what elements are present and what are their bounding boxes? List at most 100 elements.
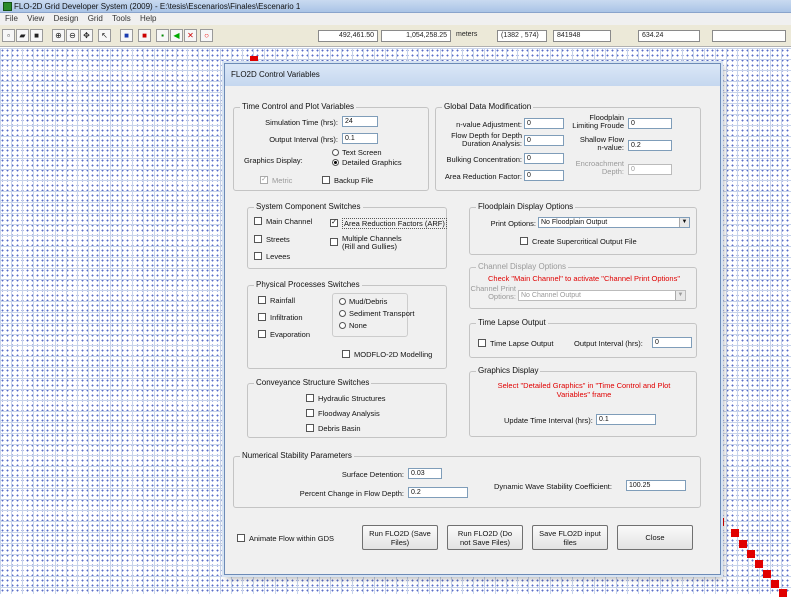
bulking-input[interactable]: 0 <box>524 153 564 164</box>
run-nosave-button[interactable]: Run FLO2D (Do not Save Files) <box>447 525 523 550</box>
channel-warning-text: Check "Main Channel" to activate "Channe… <box>488 274 680 283</box>
detailed-graphics-radio[interactable] <box>332 159 339 166</box>
update-interval-input[interactable]: 0.1 <box>596 414 656 425</box>
sediment-transport-radio[interactable] <box>339 310 346 317</box>
menu-view[interactable]: View <box>27 14 44 23</box>
area-reduction-input[interactable]: 0 <box>524 170 564 181</box>
menu-design[interactable]: Design <box>54 14 79 23</box>
floodplain-print-value: No Floodplain Output <box>541 219 608 226</box>
arrow-left-icon[interactable]: ◀ <box>170 29 183 42</box>
units-label: meters <box>456 31 478 38</box>
simulation-time-input[interactable]: 24 <box>342 116 378 127</box>
cell-marker <box>755 560 763 568</box>
sediment-transport-label: Sediment Transport <box>349 309 415 318</box>
surface-detention-input[interactable]: 0.03 <box>408 468 442 479</box>
pointer-icon[interactable]: ↖ <box>98 29 111 42</box>
debris-basin-label: Debris Basin <box>318 424 361 433</box>
menu-file[interactable]: File <box>5 14 18 23</box>
debris-basin-checkbox[interactable] <box>306 424 314 432</box>
evaporation-checkbox[interactable] <box>258 330 266 338</box>
mud-debris-radio[interactable] <box>339 298 346 305</box>
x-coordinate-field: 492,461.50 <box>318 30 378 42</box>
animate-flow-checkbox[interactable] <box>237 534 245 542</box>
y-coordinate-field: 1,054,258.25 <box>381 30 451 42</box>
streets-checkbox[interactable] <box>254 235 262 243</box>
rainfall-checkbox[interactable] <box>258 296 266 304</box>
multiple-channels-checkbox[interactable] <box>330 238 338 246</box>
dynamic-wave-input[interactable]: 100.25 <box>626 480 686 491</box>
flow-depth-input[interactable]: 0 <box>524 135 564 146</box>
n-value-input[interactable]: 0 <box>524 118 564 129</box>
close-button[interactable]: Close <box>617 525 693 550</box>
modflo-checkbox[interactable] <box>342 350 350 358</box>
group-title: Floodplain Display Options <box>476 202 576 211</box>
streets-label: Streets <box>266 235 290 244</box>
graphics-display-group: Graphics Display Select "Detailed Graphi… <box>469 366 697 437</box>
zoom-out-icon[interactable]: ⊖ <box>66 29 79 42</box>
grid-cell-icon[interactable]: ■ <box>120 29 133 42</box>
arf-checkbox[interactable]: ✓ <box>330 219 338 227</box>
time-lapse-label: Time Lapse Output <box>490 339 554 348</box>
circle-icon[interactable]: ○ <box>200 29 213 42</box>
time-lapse-interval-input[interactable]: 0 <box>652 337 692 348</box>
arf-label: Area Reduction Factors (ARF) <box>342 218 447 229</box>
supercritical-checkbox[interactable] <box>520 237 528 245</box>
n-value-label: n-value Adjustment: <box>456 120 522 129</box>
zoom-in-icon[interactable]: ⊕ <box>52 29 65 42</box>
none-label: None <box>349 321 367 330</box>
evaporation-label: Evaporation <box>270 330 311 339</box>
percent-change-label: Percent Change in Flow Depth: <box>299 489 404 498</box>
cell-marker <box>763 570 771 578</box>
infiltration-checkbox[interactable] <box>258 313 266 321</box>
multiple-channels-label: Multiple Channels (Rill and Gullies) <box>342 234 402 251</box>
channel-print-value: No Channel Output <box>521 292 581 299</box>
main-channel-checkbox[interactable] <box>254 217 262 225</box>
floodway-analysis-checkbox[interactable] <box>306 409 314 417</box>
time-lapse-checkbox[interactable] <box>478 339 486 347</box>
group-title: Physical Processes Switches <box>254 280 362 289</box>
cell-position-field: (1382 , 574) <box>497 30 547 42</box>
open-folder-icon[interactable]: ▰ <box>16 29 29 42</box>
delete-icon[interactable]: ✕ <box>184 29 197 42</box>
menu-tools[interactable]: Tools <box>112 14 131 23</box>
shallow-flow-input[interactable]: 0.2 <box>628 140 672 151</box>
channel-display-group: Channel Display Options Check "Main Chan… <box>469 262 697 309</box>
cell-marker <box>739 540 747 548</box>
floodway-analysis-label: Floodway Analysis <box>318 409 380 418</box>
dynamic-wave-label: Dynamic Wave Stability Coefficient: <box>494 482 612 491</box>
physical-processes-group: Physical Processes Switches Rainfall Inf… <box>247 280 447 369</box>
system-switches-group: System Component Switches Main Channel ✓… <box>247 202 447 269</box>
cell-marker <box>779 589 787 597</box>
time-lapse-group: Time Lapse Output Time Lapse Output Outp… <box>469 318 697 358</box>
run-save-button[interactable]: Run FLO2D (Save Files) <box>362 525 438 550</box>
pan-icon[interactable]: ✥ <box>80 29 93 42</box>
hydraulic-structures-checkbox[interactable] <box>306 394 314 402</box>
encroachment-input: 0 <box>628 164 672 175</box>
node-icon[interactable]: ■ <box>138 29 151 42</box>
channel-print-select: No Channel Output ▼ <box>518 290 686 301</box>
menu-grid[interactable]: Grid <box>88 14 103 23</box>
none-radio[interactable] <box>339 322 346 329</box>
main-channel-label: Main Channel <box>266 217 313 226</box>
floodplain-print-select[interactable]: No Floodplain Output ▼ <box>538 217 690 228</box>
floodplain-display-group: Floodplain Display Options Print Options… <box>469 202 697 255</box>
percent-change-input[interactable]: 0.2 <box>408 487 468 498</box>
new-file-icon[interactable]: ▫ <box>2 29 15 42</box>
backup-file-checkbox[interactable] <box>322 176 330 184</box>
levees-checkbox[interactable] <box>254 252 262 260</box>
froude-input[interactable]: 0 <box>628 118 672 129</box>
save-inputs-button[interactable]: Save FLO2D input files <box>532 525 608 550</box>
text-screen-radio[interactable] <box>332 149 339 156</box>
surface-detention-label: Surface Detention: <box>341 470 404 479</box>
menu-help[interactable]: Help <box>140 14 156 23</box>
froude-label: Floodplain Limiting Froude <box>572 113 624 130</box>
numerical-stability-group: Numerical Stability Parameters Surface D… <box>233 451 701 508</box>
app-icon <box>3 2 12 11</box>
elevation-field: 634.24 <box>638 30 700 42</box>
output-interval-input[interactable]: 0.1 <box>342 133 378 144</box>
backup-file-label: Backup File <box>334 176 374 185</box>
status-field <box>712 30 786 42</box>
add-node-icon[interactable]: ▪ <box>156 29 169 42</box>
save-icon[interactable]: ■ <box>30 29 43 42</box>
shallow-flow-label: Shallow Flow n-value: <box>579 135 624 152</box>
